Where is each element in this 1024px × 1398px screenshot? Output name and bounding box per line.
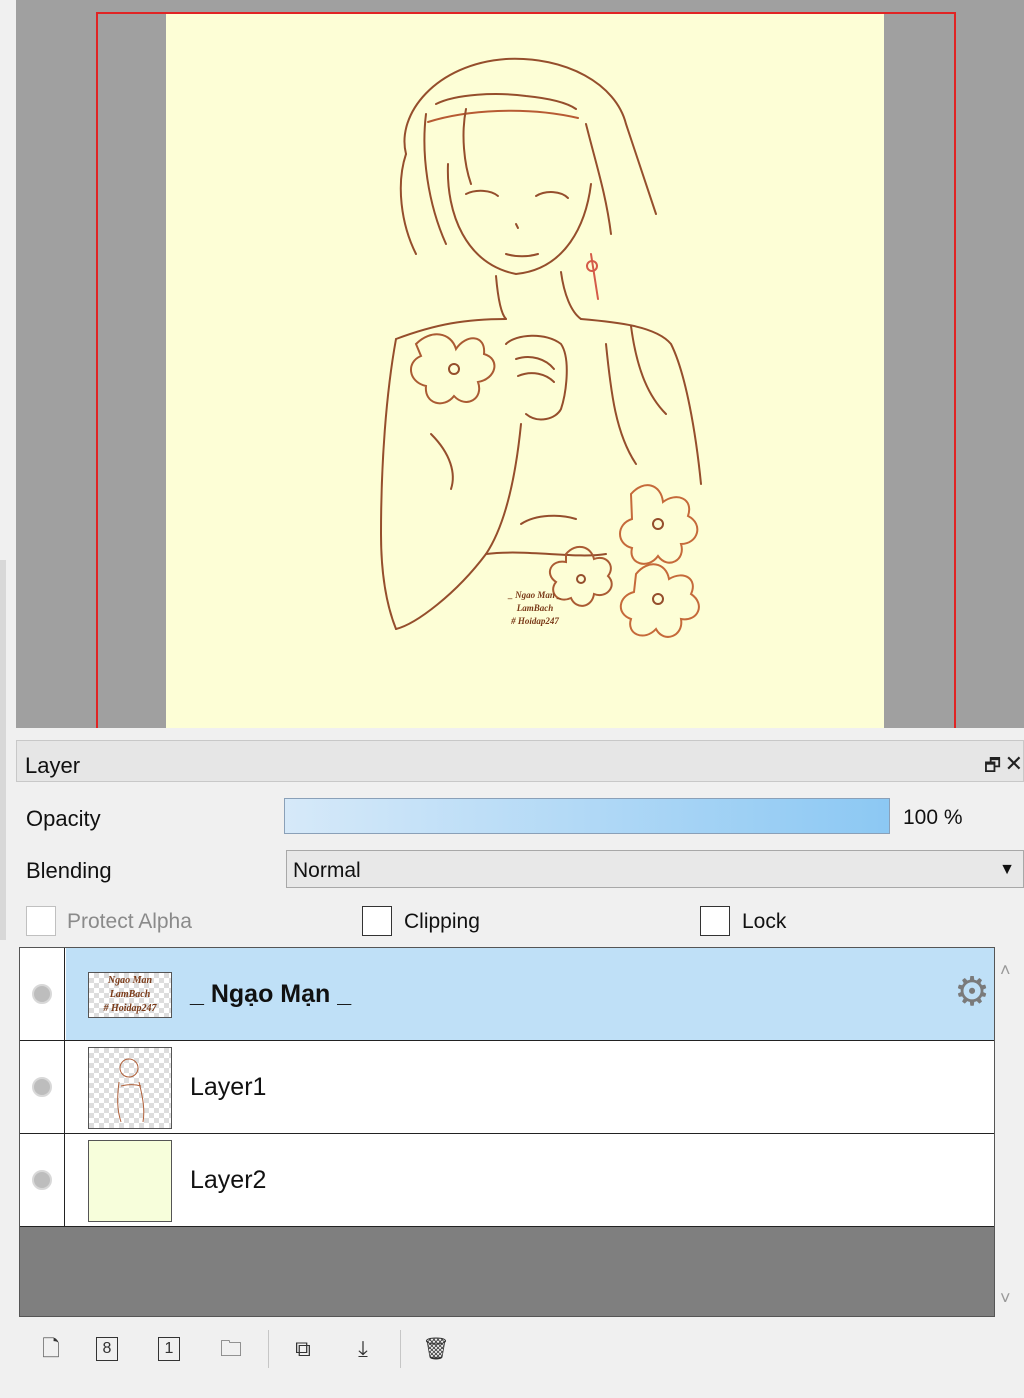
layer-thumbnail-text: Ngao Man LamBach # Hoidap247 xyxy=(89,973,171,1016)
blending-select[interactable]: Normal ▼ xyxy=(286,850,1024,888)
lock-checkbox[interactable] xyxy=(700,906,730,936)
layer-thumbnail-sketch xyxy=(117,1058,145,1123)
signature-line-1: _ Ngao Man _ xyxy=(508,590,562,600)
layer-toolbar: 🗋 8 1 🗀 ⧉ ⤓ 🗑 xyxy=(16,1324,1024,1374)
opacity-slider[interactable] xyxy=(284,798,890,834)
float-panel-icon[interactable]: 🗗 xyxy=(984,753,1001,783)
app-window: _ Ngao Man _ LamBach # Hoidap247 Layer 🗗… xyxy=(0,0,1024,1398)
panel-title-bar[interactable]: Layer 🗗 ✕ xyxy=(16,740,1024,782)
thumb-line-1: Ngao Man xyxy=(107,975,153,986)
chevron-down-icon: ▼ xyxy=(999,861,1015,878)
clipping-label: Clipping xyxy=(404,910,480,933)
layer-row[interactable]: Ngao Man LamBach # Hoidap247 _ Ngạo Mạn … xyxy=(20,948,994,1041)
duplicate-layer-icon[interactable]: ⧉ xyxy=(288,1334,318,1364)
document-page[interactable]: _ Ngao Man _ LamBach # Hoidap247 xyxy=(166,14,884,728)
merge-down-icon[interactable]: ⤓ xyxy=(348,1334,378,1364)
new-folder-icon[interactable]: 🗀 xyxy=(216,1334,246,1364)
visibility-toggle[interactable] xyxy=(20,1134,65,1226)
layer-row-body[interactable]: Layer1 xyxy=(66,1041,994,1133)
toolbar-divider xyxy=(400,1330,401,1368)
layer-row[interactable]: Layer1 xyxy=(20,1041,994,1134)
close-icon[interactable]: ✕ xyxy=(1005,751,1023,777)
thumb-line-2: LamBach xyxy=(109,989,151,1000)
opacity-value: 100 % xyxy=(903,806,963,829)
layer-row-body[interactable]: Layer2 xyxy=(66,1134,994,1226)
new-layer-icon[interactable]: 🗋 xyxy=(36,1334,66,1364)
new-1bit-layer-icon[interactable]: 1 xyxy=(158,1337,180,1361)
signature-line-3: # Hoidap247 xyxy=(511,616,559,626)
signature-line-2: LamBach xyxy=(516,603,554,613)
visibility-toggle[interactable] xyxy=(20,1041,65,1133)
gear-icon[interactable]: ⚙ xyxy=(954,972,990,1012)
blending-selected-value: Normal xyxy=(293,859,361,882)
lock-label: Lock xyxy=(742,910,787,933)
scroll-down-icon[interactable]: ˅ xyxy=(1000,1288,1011,1309)
visibility-dot-icon xyxy=(32,984,52,1004)
layer-row-body[interactable]: Ngao Man LamBach # Hoidap247 _ Ngạo Mạn … xyxy=(66,948,994,1040)
protect-alpha-label: Protect Alpha xyxy=(67,910,192,933)
signature-text: _ Ngao Man _ LamBach # Hoidap247 xyxy=(490,589,580,628)
layer-thumbnail: Ngao Man LamBach # Hoidap247 xyxy=(88,972,172,1018)
trash-icon[interactable]: 🗑 xyxy=(421,1334,451,1364)
protect-alpha-checkbox[interactable] xyxy=(26,906,56,936)
scroll-up-icon[interactable]: ˄ xyxy=(1000,960,1011,981)
left-edge-strip xyxy=(0,560,6,940)
thumb-line-3: # Hoidap247 xyxy=(103,1003,157,1014)
layer-row[interactable]: Layer2 xyxy=(20,1134,994,1227)
visibility-toggle[interactable] xyxy=(20,948,65,1040)
canvas-area[interactable]: _ Ngao Man _ LamBach # Hoidap247 xyxy=(16,0,1024,728)
blending-label: Blending xyxy=(26,858,112,883)
new-8bit-layer-icon[interactable]: 8 xyxy=(96,1337,118,1361)
visibility-dot-icon xyxy=(32,1170,52,1190)
toolbar-divider xyxy=(268,1330,269,1368)
layer-name: Layer2 xyxy=(190,1166,267,1194)
layer-thumbnail xyxy=(88,1047,172,1129)
layer-name: Layer1 xyxy=(190,1073,267,1101)
panel-title: Layer xyxy=(25,753,81,778)
layer-thumbnail xyxy=(88,1140,172,1222)
clipping-checkbox[interactable] xyxy=(362,906,392,936)
visibility-dot-icon xyxy=(32,1077,52,1097)
opacity-label: Opacity xyxy=(26,806,101,831)
layer-list[interactable]: Ngao Man LamBach # Hoidap247 _ Ngạo Mạn … xyxy=(19,947,995,1317)
layer-name: _ Ngạo Mạn _ xyxy=(190,980,352,1008)
layer-panel: Layer 🗗 ✕ Opacity 100 % Blending Normal … xyxy=(16,738,1024,1398)
